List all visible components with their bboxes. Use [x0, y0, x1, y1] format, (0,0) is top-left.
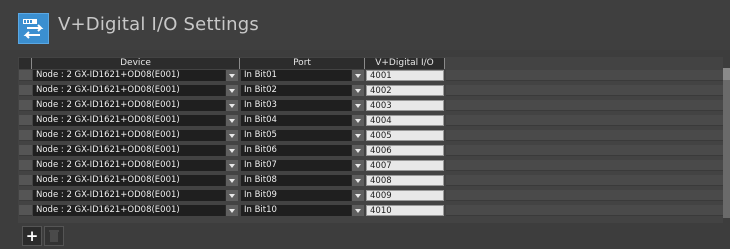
row-header[interactable] [19, 130, 32, 141]
port-dropdown-arrow[interactable] [351, 175, 364, 186]
device-dropdown-arrow[interactable] [225, 130, 238, 141]
port-dropdown[interactable]: In Bit06 [241, 145, 351, 156]
port-dropdown-arrow[interactable] [351, 130, 364, 141]
row-header[interactable] [19, 85, 32, 96]
port-dropdown[interactable]: In Bit05 [241, 130, 351, 141]
empty-cell [446, 175, 723, 186]
vplus-digital-io-field[interactable]: 4008 [366, 175, 444, 186]
vplus-digital-io-field[interactable]: 4004 [366, 115, 444, 126]
vplus-digital-io-field[interactable]: 4003 [366, 100, 444, 111]
column-header-port[interactable]: Port [240, 58, 365, 69]
table-row[interactable]: Node : 2 GX-ID1621+OD08(E001) In Bit02 400… [18, 85, 723, 96]
table-row[interactable]: Node : 2 GX-ID1621+OD08(E001) In Bit06 400… [18, 145, 723, 156]
vplus-digital-io-field[interactable]: 4006 [366, 145, 444, 156]
row-header[interactable] [19, 115, 32, 126]
device-dropdown[interactable]: Node : 2 GX-ID1621+OD08(E001) [33, 85, 225, 96]
port-dropdown-arrow[interactable] [351, 85, 364, 96]
port-dropdown-arrow[interactable] [351, 100, 364, 111]
vplus-digital-io-field[interactable]: 4010 [366, 205, 444, 216]
device-dropdown-arrow[interactable] [225, 115, 238, 126]
table-row[interactable]: Node : 2 GX-ID1621+OD08(E001) In Bit01 400… [18, 70, 723, 81]
io-transfer-icon [18, 13, 49, 44]
vertical-scrollbar[interactable] [723, 68, 730, 218]
device-dropdown[interactable]: Node : 2 GX-ID1621+OD08(E001) [33, 100, 225, 111]
table-row[interactable]: Node : 2 GX-ID1621+OD08(E001) In Bit09 400… [18, 190, 723, 201]
port-dropdown[interactable]: In Bit07 [241, 160, 351, 171]
table-row[interactable]: Node : 2 GX-ID1621+OD08(E001) In Bit05 400… [18, 130, 723, 141]
port-dropdown[interactable]: In Bit01 [241, 70, 351, 81]
empty-cell [446, 160, 723, 171]
vplus-digital-io-field[interactable]: 4005 [366, 130, 444, 141]
empty-cell [446, 145, 723, 156]
device-dropdown-arrow[interactable] [225, 160, 238, 171]
io-settings-table: Device Port V+Digital I/O Node : 2 GX-ID… [18, 57, 723, 223]
table-row[interactable]: Node : 2 GX-ID1621+OD08(E001) In Bit08 400… [18, 175, 723, 186]
port-dropdown-arrow[interactable] [351, 115, 364, 126]
port-dropdown-arrow[interactable] [351, 145, 364, 156]
add-row-button[interactable]: + [22, 226, 42, 246]
vplus-digital-io-field[interactable]: 4002 [366, 85, 444, 96]
header: V+Digital I/O Settings [0, 0, 730, 50]
device-dropdown[interactable]: Node : 2 GX-ID1621+OD08(E001) [33, 70, 225, 81]
device-dropdown[interactable]: Node : 2 GX-ID1621+OD08(E001) [33, 190, 225, 201]
empty-cell [446, 115, 723, 126]
device-dropdown[interactable]: Node : 2 GX-ID1621+OD08(E001) [33, 205, 225, 216]
empty-cell [446, 100, 723, 111]
scroll-up-arrow[interactable] [723, 68, 730, 80]
port-dropdown[interactable]: In Bit02 [241, 85, 351, 96]
port-dropdown[interactable]: In Bit10 [241, 205, 351, 216]
device-dropdown-arrow[interactable] [225, 100, 238, 111]
table-row[interactable]: Node : 2 GX-ID1621+OD08(E001) In Bit04 400… [18, 115, 723, 126]
table-row[interactable]: Node : 2 GX-ID1621+OD08(E001) In Bit10 401… [18, 205, 723, 216]
empty-cell [446, 190, 723, 201]
vplus-digital-io-field[interactable]: 4001 [366, 70, 444, 81]
table-row[interactable]: Node : 2 GX-ID1621+OD08(E001) In Bit07 400… [18, 160, 723, 171]
row-header[interactable] [19, 160, 32, 171]
port-dropdown[interactable]: In Bit09 [241, 190, 351, 201]
port-dropdown[interactable]: In Bit03 [241, 100, 351, 111]
row-header[interactable] [19, 70, 32, 81]
device-dropdown[interactable]: Node : 2 GX-ID1621+OD08(E001) [33, 160, 225, 171]
corner-header [19, 58, 32, 69]
port-dropdown[interactable]: In Bit04 [241, 115, 351, 126]
vplus-digital-io-field[interactable]: 4007 [366, 160, 444, 171]
row-header[interactable] [19, 145, 32, 156]
port-dropdown[interactable]: In Bit08 [241, 175, 351, 186]
column-header-vplus-digital-io[interactable]: V+Digital I/O [365, 58, 445, 69]
port-dropdown-arrow[interactable] [351, 205, 364, 216]
delete-row-button[interactable] [44, 226, 64, 246]
column-header-device[interactable]: Device [32, 58, 240, 69]
empty-cell [446, 205, 723, 216]
page-title: V+Digital I/O Settings [58, 14, 259, 35]
device-dropdown[interactable]: Node : 2 GX-ID1621+OD08(E001) [33, 115, 225, 126]
device-dropdown-arrow[interactable] [225, 85, 238, 96]
device-dropdown-arrow[interactable] [225, 205, 238, 216]
port-dropdown-arrow[interactable] [351, 160, 364, 171]
port-dropdown-arrow[interactable] [351, 70, 364, 81]
device-dropdown-arrow[interactable] [225, 190, 238, 201]
empty-cell [446, 130, 723, 141]
device-dropdown[interactable]: Node : 2 GX-ID1621+OD08(E001) [33, 175, 225, 186]
device-dropdown[interactable]: Node : 2 GX-ID1621+OD08(E001) [33, 130, 225, 141]
device-dropdown[interactable]: Node : 2 GX-ID1621+OD08(E001) [33, 145, 225, 156]
device-dropdown-arrow[interactable] [225, 70, 238, 81]
row-header[interactable] [19, 205, 32, 216]
row-header[interactable] [19, 100, 32, 111]
row-header[interactable] [19, 175, 32, 186]
row-header[interactable] [19, 190, 32, 201]
device-dropdown-arrow[interactable] [225, 145, 238, 156]
port-dropdown-arrow[interactable] [351, 190, 364, 201]
trash-icon [49, 230, 59, 242]
empty-cell [446, 70, 723, 81]
empty-cell [446, 85, 723, 96]
table-row[interactable]: Node : 2 GX-ID1621+OD08(E001) In Bit03 400… [18, 100, 723, 111]
device-dropdown-arrow[interactable] [225, 175, 238, 186]
vplus-digital-io-field[interactable]: 4009 [366, 190, 444, 201]
